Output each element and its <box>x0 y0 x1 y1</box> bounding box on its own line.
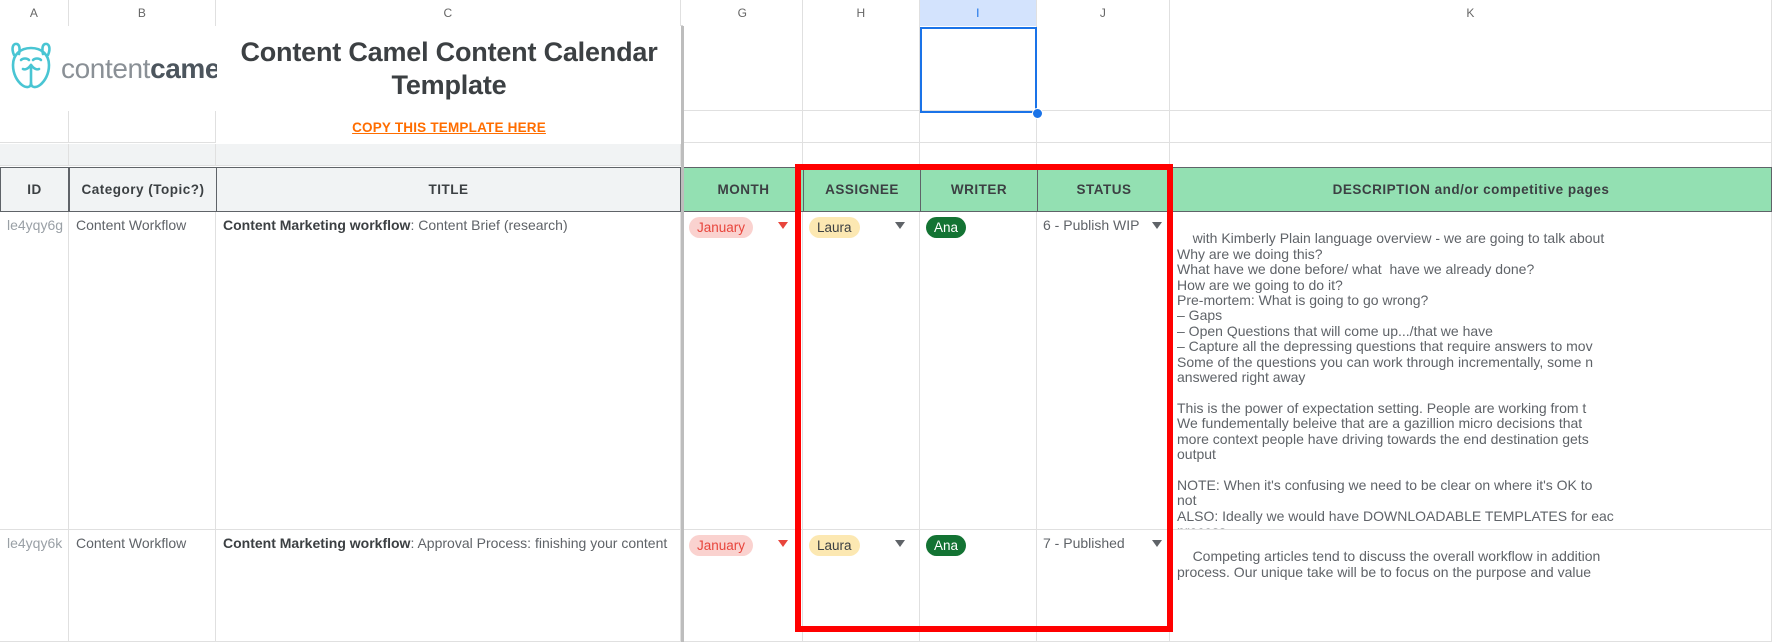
status-value-row1[interactable]: 6 - Publish WIP <box>1043 217 1139 233</box>
cell-description-row1[interactable]: with Kimberly Plain language overview - … <box>1170 212 1772 530</box>
cell-description-row2-text: Competing articles tend to discuss the o… <box>1177 548 1601 580</box>
empty-cell-h1[interactable] <box>803 26 920 111</box>
empty-cell-k1[interactable] <box>1170 26 1772 111</box>
cell-description-row2[interactable]: Competing articles tend to discuss the o… <box>1170 530 1772 642</box>
chevron-down-icon-status-row2[interactable] <box>1152 540 1162 547</box>
column-header-k[interactable]: K <box>1170 0 1772 26</box>
empty-cell-g3[interactable] <box>683 143 803 167</box>
page-title: Content Camel Content Calendar Template <box>240 36 658 100</box>
cell-id-row2: le4yqy6k <box>7 535 63 551</box>
empty-cell-j2[interactable] <box>1037 111 1170 143</box>
column-header-strip: A B C G H I J K <box>0 0 1772 26</box>
month-chip-row2[interactable]: January <box>689 535 754 556</box>
th-writer[interactable]: WRITER <box>920 167 1038 212</box>
spacer-seg-b <box>69 144 216 166</box>
spacer-band-row <box>0 144 681 166</box>
cell-status-row2[interactable]: 7 - Published <box>1037 530 1170 642</box>
cell-category-row2-text: Content Workflow <box>76 535 187 551</box>
empty-cell-g1[interactable] <box>683 26 803 111</box>
th-category[interactable]: Category (Topic?) <box>69 167 217 212</box>
chevron-down-icon-month-row2[interactable] <box>778 540 788 547</box>
cell-title-row1-rest: : Content Brief (research) <box>410 217 568 233</box>
column-header-a[interactable]: A <box>0 0 69 26</box>
column-header-j[interactable]: J <box>1037 0 1170 26</box>
copy-template-cell[interactable]: COPY THIS TEMPLATE HERE <box>217 112 681 143</box>
brand-wordmark: contentcamel <box>61 52 228 85</box>
spacer-seg-a <box>0 144 69 166</box>
selection-fill-handle[interactable] <box>1032 108 1043 119</box>
chevron-down-icon-month-row1[interactable] <box>778 222 788 229</box>
column-header-g[interactable]: G <box>683 0 803 26</box>
table-row[interactable]: le4yqy6k <box>0 530 69 642</box>
empty-cell-i1[interactable] <box>920 26 1037 111</box>
empty-cell-i3[interactable] <box>920 143 1037 167</box>
cell-status-row1[interactable]: 6 - Publish WIP <box>1037 212 1170 530</box>
th-status[interactable]: STATUS <box>1037 167 1171 212</box>
column-header-i[interactable]: I <box>920 0 1037 26</box>
assignee-chip-row1[interactable]: Laura <box>809 217 860 238</box>
cell-id-row1: le4yqy6g <box>7 217 64 233</box>
column-header-c[interactable]: C <box>216 0 681 26</box>
writer-chip-row1[interactable]: Ana <box>926 217 967 238</box>
th-id[interactable]: ID <box>0 167 69 212</box>
brand-logo[interactable]: contentcamel <box>0 26 228 111</box>
cell-title-row2[interactable]: Content Marketing workflow: Approval Pro… <box>216 530 681 642</box>
cell-assignee-row1[interactable]: Laura <box>803 212 920 530</box>
cell-description-row1-text: with Kimberly Plain language overview - … <box>1177 230 1614 529</box>
copy-template-link[interactable]: COPY THIS TEMPLATE HERE <box>352 120 546 135</box>
cell-a2[interactable] <box>0 111 69 143</box>
empty-cell-g2[interactable] <box>683 111 803 143</box>
cell-title-row1[interactable]: Content Marketing workflow: Content Brie… <box>216 212 681 530</box>
banner-title-cell[interactable]: Content Camel Content Calendar Template <box>217 26 681 111</box>
frozen-pane-divider[interactable] <box>681 26 684 642</box>
spacer-seg-c <box>216 144 681 166</box>
status-value-row2[interactable]: 7 - Published <box>1043 535 1125 551</box>
camel-head-icon <box>4 38 58 99</box>
empty-cell-h3[interactable] <box>803 143 920 167</box>
cell-writer-row1[interactable]: Ana <box>920 212 1037 530</box>
chevron-down-icon-assignee-row2[interactable] <box>895 540 905 547</box>
cell-month-row1[interactable]: January <box>683 212 803 530</box>
empty-cell-j3[interactable] <box>1037 143 1170 167</box>
table-row[interactable]: le4yqy6g <box>0 212 69 530</box>
empty-cell-h2[interactable] <box>803 111 920 143</box>
chevron-down-icon-writer-row1[interactable] <box>1013 222 1023 229</box>
cell-category-row1[interactable]: Content Workflow <box>69 212 216 530</box>
empty-cell-j1[interactable] <box>1037 26 1170 111</box>
cell-b2[interactable] <box>69 111 216 143</box>
th-month[interactable]: MONTH <box>683 167 804 212</box>
assignee-chip-row2[interactable]: Laura <box>809 535 860 556</box>
empty-cell-i2[interactable] <box>920 111 1037 143</box>
cell-title-row2-bold: Content Marketing workflow <box>223 535 411 551</box>
th-description[interactable]: DESCRIPTION and/or competitive pages <box>1170 167 1772 212</box>
chevron-down-icon-status-row1[interactable] <box>1152 222 1162 229</box>
empty-cell-k3[interactable] <box>1170 143 1772 167</box>
cell-category-row1-text: Content Workflow <box>76 217 187 233</box>
cell-category-row2[interactable]: Content Workflow <box>69 530 216 642</box>
column-header-h[interactable]: H <box>803 0 920 26</box>
brand-word-camel: camel <box>150 52 228 84</box>
th-title[interactable]: TITLE <box>216 167 681 212</box>
brand-word-content: content <box>61 52 151 84</box>
th-assignee[interactable]: ASSIGNEE <box>803 167 921 212</box>
month-chip-row1[interactable]: January <box>689 217 754 238</box>
spreadsheet-grid[interactable]: A B C G H I J K contentcamel Content Cam… <box>0 0 1772 642</box>
column-header-b[interactable]: B <box>69 0 216 26</box>
chevron-down-icon-assignee-row1[interactable] <box>895 222 905 229</box>
cell-title-row1-bold: Content Marketing workflow <box>223 217 411 233</box>
empty-cell-k2[interactable] <box>1170 111 1772 143</box>
writer-chip-row2[interactable]: Ana <box>926 535 967 556</box>
cell-title-row2-rest: : Approval Process: finishing your conte… <box>410 535 668 551</box>
chevron-down-icon-writer-row2[interactable] <box>1013 540 1023 547</box>
